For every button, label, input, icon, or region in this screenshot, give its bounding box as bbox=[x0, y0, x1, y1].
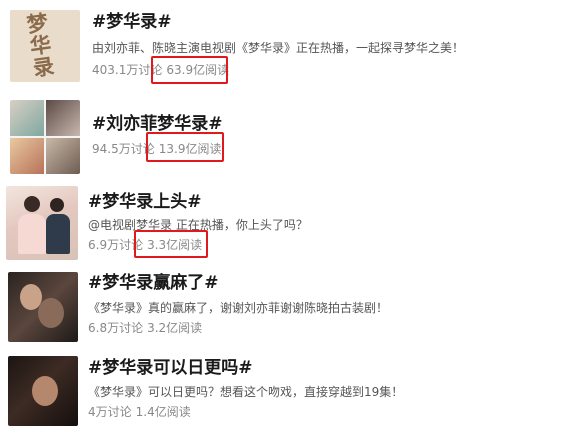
topic-title[interactable]: #梦华录# bbox=[92, 12, 172, 32]
read-count: 1.4亿阅读 bbox=[135, 405, 191, 419]
topic-title[interactable]: #梦华录赢麻了# bbox=[88, 273, 219, 293]
drama-still-image bbox=[24, 196, 40, 212]
drama-still-image bbox=[38, 298, 64, 328]
drama-still-image bbox=[32, 376, 58, 406]
highlight-box bbox=[134, 230, 208, 258]
topic-thumbnail[interactable] bbox=[6, 186, 78, 260]
topic-description: 《梦华录》可以日更吗？想看这个吻戏，直接穿越到19集！ bbox=[88, 385, 404, 399]
photo-collage-image bbox=[46, 100, 80, 136]
photo-collage-image bbox=[46, 138, 80, 174]
topic-thumbnail[interactable] bbox=[8, 356, 78, 426]
topic-thumbnail[interactable] bbox=[10, 100, 80, 174]
read-count: 3.2亿阅读 bbox=[147, 321, 203, 335]
topic-thumbnail[interactable] bbox=[8, 272, 78, 342]
topic-title[interactable]: #刘亦菲梦华录# bbox=[92, 114, 223, 134]
topic-item[interactable]: 梦华录 #梦华录# 由刘亦菲、陈晓主演电视剧《梦华录》正在热播，一起探寻梦华之美… bbox=[0, 0, 569, 90]
topic-stats: 4万讨论 1.4亿阅读 bbox=[88, 404, 195, 420]
drama-still-image bbox=[18, 214, 46, 254]
drama-still-image bbox=[50, 198, 64, 212]
topic-stats: 6.8万讨论 3.2亿阅读 bbox=[88, 320, 206, 336]
highlight-box bbox=[146, 132, 224, 162]
topic-thumbnail[interactable]: 梦华录 bbox=[10, 10, 80, 82]
calligraphy-logo: 梦华录 bbox=[25, 10, 56, 81]
topic-title[interactable]: #梦华录上头# bbox=[88, 192, 202, 212]
topic-title[interactable]: #梦华录可以日更吗# bbox=[88, 358, 253, 378]
highlight-box bbox=[151, 56, 228, 84]
topic-description: 由刘亦菲、陈晓主演电视剧《梦华录》正在热播，一起探寻梦华之美！ bbox=[92, 41, 465, 55]
topic-item[interactable]: #刘亦菲梦华录# 94.5万讨论 13.9亿阅读 bbox=[0, 92, 569, 178]
topic-description: 《梦华录》真的赢麻了，谢谢刘亦菲谢谢陈晓拍古装剧！ bbox=[88, 301, 389, 315]
discussion-count: 4万讨论 bbox=[88, 405, 132, 419]
photo-collage-image bbox=[10, 138, 44, 174]
topic-item[interactable]: #梦华录可以日更吗# 《梦华录》可以日更吗？想看这个吻戏，直接穿越到19集！ 4… bbox=[0, 352, 569, 432]
drama-still-image bbox=[46, 214, 70, 254]
topic-item[interactable]: #梦华录上头# @电视剧梦华录 正在热播，你上头了吗？ 6.9万讨论 3.3亿阅读 bbox=[0, 180, 569, 268]
photo-collage-image bbox=[10, 100, 44, 136]
discussion-count: 6.8万讨论 bbox=[88, 321, 144, 335]
topic-item[interactable]: #梦华录赢麻了# 《梦华录》真的赢麻了，谢谢刘亦菲谢谢陈晓拍古装剧！ 6.8万讨… bbox=[0, 270, 569, 350]
